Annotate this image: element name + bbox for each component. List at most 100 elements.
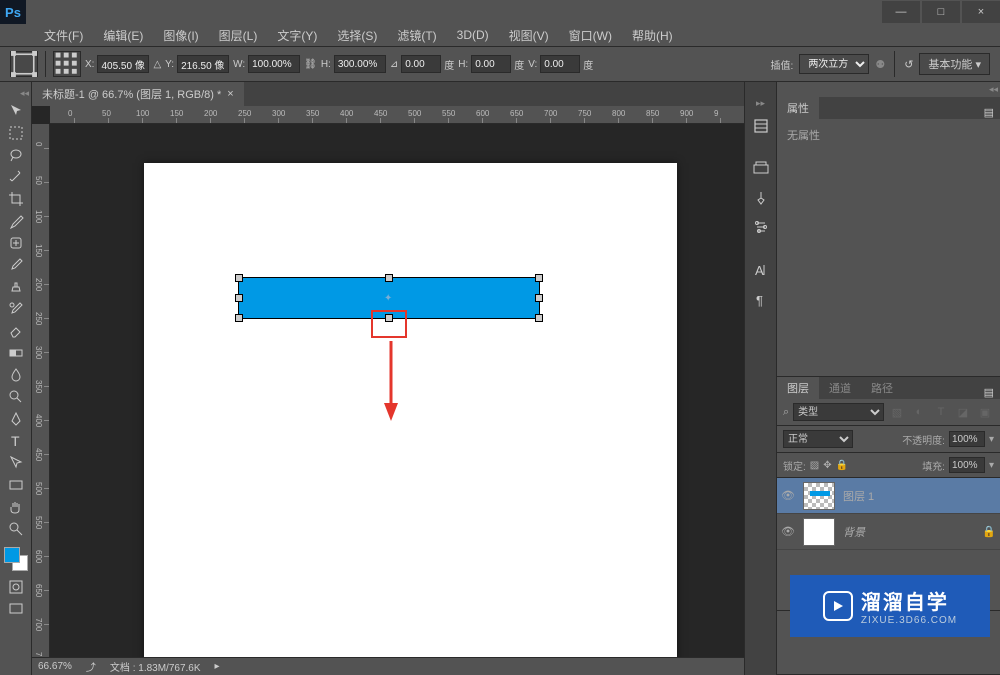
history-panel-icon[interactable]: [745, 111, 777, 141]
layer-name[interactable]: 图层 1: [843, 488, 874, 504]
panels-collapse[interactable]: ◂◂: [754, 96, 767, 111]
h-input[interactable]: [334, 55, 386, 73]
filter-type-icon[interactable]: T: [932, 404, 950, 420]
layer-item[interactable]: 👁 背景 🔒: [777, 514, 1000, 550]
transform-tool-icon[interactable]: [10, 51, 38, 77]
dodge-tool[interactable]: [4, 387, 28, 407]
tab-paths[interactable]: 路径: [861, 377, 903, 399]
filter-shape-icon[interactable]: ◪: [954, 404, 972, 420]
maximize-button[interactable]: □: [922, 1, 960, 23]
export-icon[interactable]: ⤴: [86, 659, 96, 674]
menu-filter[interactable]: 滤镜(T): [389, 25, 444, 46]
close-button[interactable]: ×: [962, 1, 1000, 23]
crop-tool[interactable]: [4, 189, 28, 209]
ruler-vertical[interactable]: 0501001502002503003504004505005506006507…: [32, 124, 50, 657]
menu-file[interactable]: 文件(F): [36, 25, 91, 46]
character-panel-icon[interactable]: A: [745, 255, 777, 285]
fill-input[interactable]: [949, 457, 985, 473]
magic-wand-tool[interactable]: [4, 167, 28, 187]
handle-top-middle[interactable]: [385, 274, 393, 282]
type-tool[interactable]: T: [4, 431, 28, 451]
visibility-toggle-icon[interactable]: 👁: [781, 489, 795, 502]
menu-edit[interactable]: 编辑(E): [95, 25, 151, 46]
interp-select[interactable]: 两次立方: [799, 54, 869, 74]
menu-3d[interactable]: 3D(D): [449, 26, 497, 44]
menu-type[interactable]: 文字(Y): [269, 25, 325, 46]
rectangle-tool[interactable]: [4, 475, 28, 495]
fg-color-swatch[interactable]: [4, 547, 20, 563]
blur-tool[interactable]: [4, 365, 28, 385]
canvas-viewport[interactable]: ✦: [50, 124, 744, 657]
tab-channels[interactable]: 通道: [819, 377, 861, 399]
hand-tool[interactable]: [4, 497, 28, 517]
doc-info[interactable]: 文档 : 1.83M/767.6K: [110, 659, 201, 674]
right-panels-collapse[interactable]: ◂◂: [777, 82, 1000, 97]
menu-view[interactable]: 视图(V): [501, 25, 557, 46]
menu-image[interactable]: 图像(I): [155, 25, 206, 46]
marquee-tool[interactable]: [4, 123, 28, 143]
filter-pixel-icon[interactable]: ▧: [888, 404, 906, 420]
menu-window[interactable]: 窗口(W): [561, 25, 620, 46]
opacity-input[interactable]: [949, 431, 985, 447]
transform-center-icon[interactable]: ✦: [384, 293, 394, 303]
lasso-tool[interactable]: [4, 145, 28, 165]
move-tool[interactable]: [4, 101, 28, 121]
menu-select[interactable]: 选择(S): [329, 25, 385, 46]
swatches-panel-icon[interactable]: [745, 153, 777, 183]
handle-top-right[interactable]: [535, 274, 543, 282]
blend-mode-select[interactable]: 正常: [783, 430, 853, 448]
fill-chevron-icon[interactable]: ▾: [989, 460, 994, 471]
handle-bottom-left[interactable]: [235, 314, 243, 322]
layer-thumbnail[interactable]: [803, 518, 835, 546]
angle-input[interactable]: [401, 55, 441, 73]
link-wh-icon[interactable]: ⛓: [304, 59, 317, 70]
ruler-horizontal[interactable]: 0501001502002503003504004505005506006507…: [50, 106, 744, 124]
handle-top-left[interactable]: [235, 274, 243, 282]
brush-preset-panel-icon[interactable]: [745, 213, 777, 243]
zoom-level[interactable]: 66.67%: [38, 661, 72, 672]
layer-item[interactable]: 👁 图层 1: [777, 478, 1000, 514]
filter-search-icon[interactable]: ⌕: [783, 406, 789, 419]
paragraph-panel-icon[interactable]: ¶: [745, 285, 777, 315]
color-swatches[interactable]: [4, 547, 28, 571]
toolbox-collapse[interactable]: ◂◂: [0, 86, 31, 101]
y-input[interactable]: [177, 55, 229, 73]
eraser-tool[interactable]: [4, 321, 28, 341]
zoom-tool[interactable]: [4, 519, 28, 539]
handle-bottom-right[interactable]: [535, 314, 543, 322]
tab-close-icon[interactable]: ×: [227, 88, 233, 100]
quickmask-tool[interactable]: [4, 577, 28, 597]
layers-panel-menu-icon[interactable]: ▤: [978, 386, 1000, 399]
w-input[interactable]: [248, 55, 300, 73]
document-tab[interactable]: 未标题-1 @ 66.7% (图层 1, RGB/8) * ×: [32, 81, 244, 106]
healing-brush-tool[interactable]: [4, 233, 28, 253]
menu-help[interactable]: 帮助(H): [624, 25, 681, 46]
properties-panel-menu-icon[interactable]: ▤: [978, 106, 1000, 119]
reference-point-icon[interactable]: [53, 51, 81, 77]
skew-h-input[interactable]: [471, 55, 511, 73]
x-input[interactable]: [97, 55, 149, 73]
workspace-select[interactable]: 基本功能 ▾: [919, 53, 990, 75]
canvas[interactable]: ✦: [144, 163, 677, 657]
visibility-toggle-icon[interactable]: 👁: [781, 525, 795, 538]
lock-position-icon[interactable]: ✥: [823, 460, 831, 471]
filter-smart-icon[interactable]: ▣: [976, 404, 994, 420]
filter-adjust-icon[interactable]: ◐: [910, 404, 928, 420]
layer-filter-select[interactable]: 类型: [793, 403, 884, 421]
clone-stamp-tool[interactable]: [4, 277, 28, 297]
tab-layers[interactable]: 图层: [777, 377, 819, 399]
brush-panel-icon[interactable]: [745, 183, 777, 213]
layer-name[interactable]: 背景: [843, 524, 865, 540]
lock-pixels-icon[interactable]: ▨: [810, 460, 819, 471]
layer-thumbnail[interactable]: [803, 482, 835, 510]
minimize-button[interactable]: —: [882, 1, 920, 23]
warp-icon[interactable]: ⚉: [875, 58, 885, 71]
handle-middle-right[interactable]: [535, 294, 543, 302]
skew-v-input[interactable]: [540, 55, 580, 73]
handle-middle-left[interactable]: [235, 294, 243, 302]
eyedropper-tool[interactable]: [4, 211, 28, 231]
path-selection-tool[interactable]: [4, 453, 28, 473]
doc-info-arrow-icon[interactable]: ▸: [215, 661, 220, 672]
menu-layer[interactable]: 图层(L): [211, 25, 266, 46]
lock-all-icon[interactable]: 🔒: [836, 460, 848, 471]
